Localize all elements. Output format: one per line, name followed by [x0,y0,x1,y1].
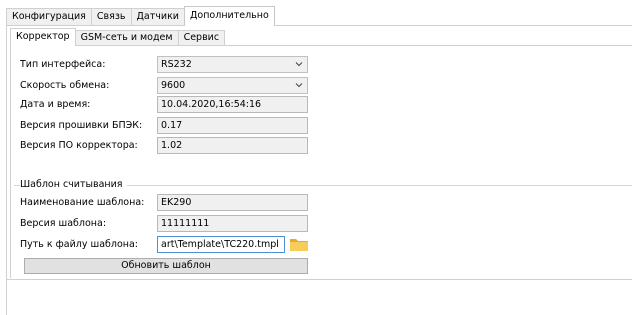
corrector-version-label: Версия ПО корректора: [20,140,138,151]
folder-icon[interactable] [289,236,309,252]
template-version-field[interactable]: 11111111 [157,215,308,232]
template-version-label: Версия шаблона: [20,218,107,229]
bpek-firmware-label: Версия прошивки БПЭК: [20,120,143,131]
template-name-label: Наименование шаблона: [20,197,145,208]
update-template-button[interactable]: Обновить шаблон [24,258,308,274]
chevron-down-icon [295,62,303,67]
interface-type-label: Тип интерфейса: [20,59,106,70]
datetime-field[interactable]: 10.04.2020,16:54:16 [157,96,308,113]
sub-tabbar: Корректор GSM-сеть и модем Сервис [10,28,226,46]
template-path-label: Путь к файлу шаблона: [20,239,138,250]
bpek-firmware-field[interactable]: 0.17 [157,117,308,134]
interface-type-value: RS232 [161,59,192,70]
top-tabbar: Конфигурация Связь Датчики Дополнительно [6,6,275,26]
tab-connection[interactable]: Связь [90,8,132,26]
tab-configuration[interactable]: Конфигурация [6,8,92,26]
template-name-field[interactable]: EK290 [157,194,308,211]
template-path-input[interactable]: art\Template\TC220.tmpl [157,236,285,253]
tab-additional[interactable]: Дополнительно [183,6,275,26]
template-groupbox-title: Шаблон считывания [20,178,127,192]
tab-sensors[interactable]: Датчики [130,8,185,26]
datetime-label: Дата и время: [20,99,91,110]
window-left-border [6,280,7,315]
interface-type-select[interactable]: RS232 [157,56,308,73]
tab-corrector[interactable]: Корректор [10,28,76,46]
corrector-version-field[interactable]: 1.02 [157,137,308,154]
tab-service[interactable]: Сервис [177,30,226,46]
baud-rate-label: Скорость обмена: [20,80,110,91]
tab-gsm-modem[interactable]: GSM-сеть и модем [74,30,179,46]
baud-rate-select[interactable]: 9600 [157,77,308,94]
baud-rate-value: 9600 [161,80,186,91]
chevron-down-icon [295,83,303,88]
